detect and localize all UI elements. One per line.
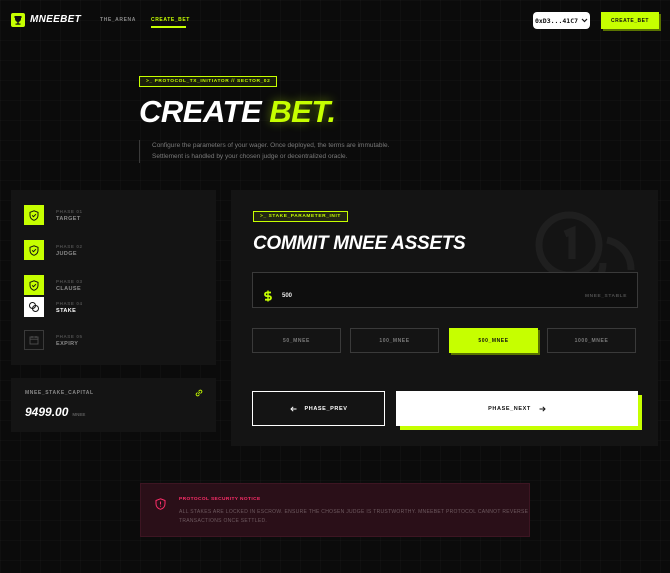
stake-option-500[interactable]: 500_MNEE: [449, 328, 538, 353]
phase-item-target[interactable]: PHASE 01 TARGET: [24, 205, 83, 225]
hero-description-line-2: Settlement is handled by your chosen jud…: [152, 153, 348, 161]
capital-amount: 9499.00: [25, 405, 69, 419]
phase-label: TARGET: [56, 215, 81, 222]
notice-line-1: ALL STAKES ARE LOCKED IN ESCROW. ENSURE …: [179, 509, 529, 515]
phase-number: PHASE 01: [56, 208, 83, 214]
notice-title: PROTOCOL SECURITY NOTICE: [179, 497, 261, 502]
link-icon[interactable]: [195, 389, 203, 397]
chevron-down-icon: [581, 18, 588, 23]
stake-option-50[interactable]: 50_MNEE: [252, 328, 341, 353]
notice-line-2: TRANSACTIONS ONCE SETTLED.: [179, 517, 268, 524]
phase-prev-label: PHASE_PREV: [304, 405, 348, 412]
phase-number: PHASE 02: [56, 243, 83, 249]
stake-title: COMMIT MNEE ASSETS: [253, 233, 466, 254]
wallet-dropdown[interactable]: 0xD3...41C7: [533, 12, 590, 29]
stake-input-value: 500: [282, 293, 293, 299]
hero-description: Configure the parameters of your wager. …: [139, 140, 389, 163]
phase-item-clause[interactable]: PHASE 03 CLAUSE: [24, 275, 83, 295]
stake-option-100[interactable]: 100_MNEE: [350, 328, 439, 353]
arrow-left-icon: [289, 405, 296, 412]
stake-option-1000[interactable]: 1000_MNEE: [547, 328, 636, 353]
shield-check-icon: [24, 240, 44, 260]
phase-item-stake[interactable]: PHASE 04 STAKE: [24, 297, 83, 317]
stake-amount-input[interactable]: 500 MNEE_STABLE: [252, 272, 638, 308]
phase-label: JUDGE: [56, 250, 77, 257]
nav-link-the-arena[interactable]: THE_ARENA: [100, 17, 136, 23]
phase-label: EXPIRY: [56, 340, 79, 347]
phase-prev-button[interactable]: PHASE_PREV: [252, 391, 385, 426]
nav-active-underline: [151, 26, 186, 28]
security-notice: PROTOCOL SECURITY NOTICE ALL STAKES ARE …: [140, 483, 530, 537]
shield-alert-icon: [155, 498, 166, 510]
stake-capital-panel: MNEE_STAKE_CAPITAL 9499.00 MNEE: [11, 378, 216, 432]
coins-icon: [24, 297, 44, 317]
arrow-right-icon: [539, 405, 546, 412]
shield-check-icon: [24, 205, 44, 225]
hero-tag: >_ PROTOCOL_TX_INITIATOR // SECTOR_02: [139, 76, 278, 87]
phase-item-expiry[interactable]: PHASE 05 EXPIRY: [24, 330, 83, 350]
create-bet-button[interactable]: CREATE_BET: [601, 12, 659, 29]
page-title: CREATE BET.: [139, 96, 336, 127]
wallet-address: 0xD3...41C7: [534, 16, 579, 25]
page-title-main: CREATE: [139, 94, 262, 129]
phase-number: PHASE 03: [56, 278, 83, 284]
notice-body: ALL STAKES ARE LOCKED IN ESCROW. ENSURE …: [179, 508, 528, 526]
nav-link-create-bet[interactable]: CREATE_BET: [151, 17, 190, 23]
capital-value: 9499.00 MNEE: [25, 405, 85, 419]
hero-description-line-1: Configure the parameters of your wager. …: [152, 142, 390, 149]
phase-next-label: PHASE_NEXT: [488, 405, 531, 412]
page-title-accent: BET.: [269, 94, 336, 129]
stake-input-suffix: MNEE_STABLE: [585, 294, 627, 299]
calendar-icon: [24, 330, 44, 350]
brand-name[interactable]: MNEEBET: [30, 14, 81, 25]
phase-next-button[interactable]: PHASE_NEXT: [396, 391, 638, 426]
phase-number: PHASE 05: [56, 333, 83, 339]
stake-tag: >_ STAKE_PARAMETER_INIT: [253, 211, 348, 222]
phase-item-judge[interactable]: PHASE 02 JUDGE: [24, 240, 83, 260]
phase-number: PHASE 04: [56, 300, 83, 306]
phase-label: STAKE: [56, 307, 77, 314]
logo-trophy-icon[interactable]: [11, 13, 25, 27]
phase-label: CLAUSE: [56, 285, 82, 292]
dollar-icon: [264, 290, 272, 302]
capital-unit: MNEE: [72, 412, 86, 417]
shield-check-icon: [24, 275, 44, 295]
capital-label: MNEE_STAKE_CAPITAL: [25, 390, 94, 396]
